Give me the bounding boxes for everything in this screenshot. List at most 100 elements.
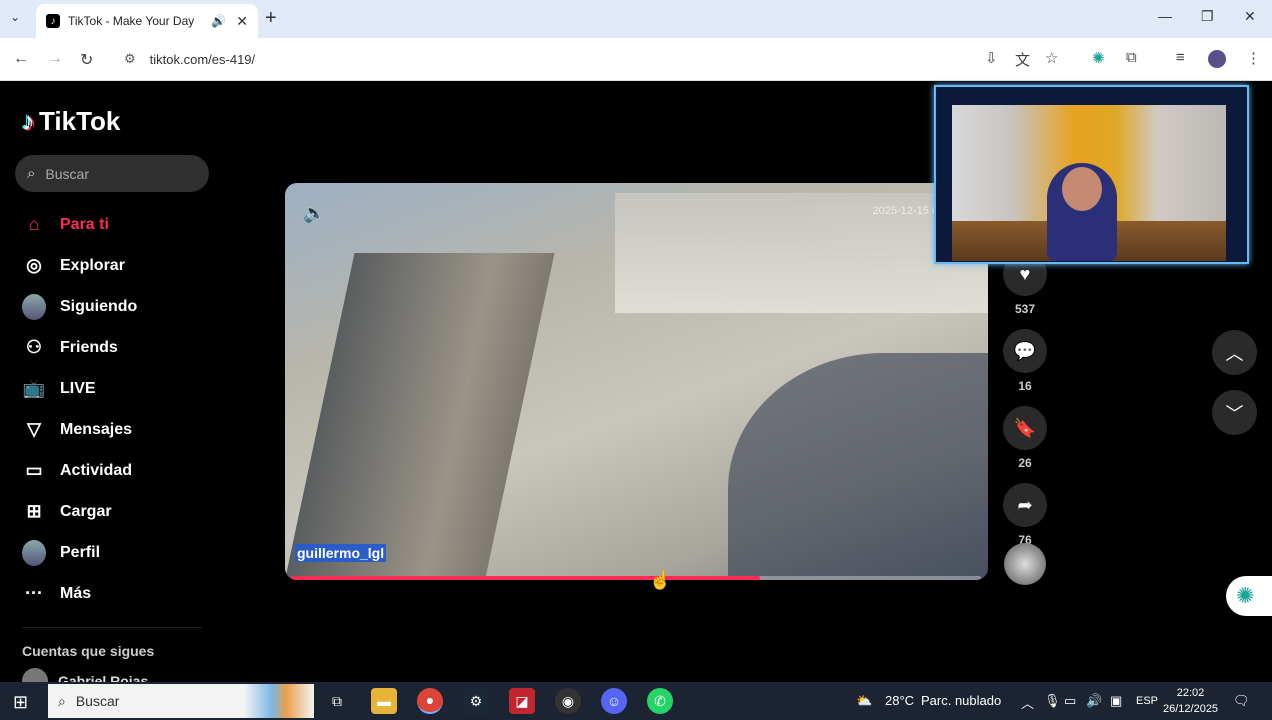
whatsapp-icon[interactable]: ✆: [647, 688, 673, 714]
sidebar-item-actividad[interactable]: ▭ Actividad: [22, 450, 137, 491]
sidebar-item-live[interactable]: 📺 LIVE: [22, 368, 137, 409]
tab-close-icon[interactable]: ✕: [236, 13, 248, 30]
microphone-icon[interactable]: 🎙: [1044, 693, 1061, 709]
sidebar-item-cargar[interactable]: ⊞ Cargar: [22, 491, 137, 532]
address-toolbar: ← → ↻ ⚙ tiktok.com/es-419/ ⇩ 文 ☆ ✺ ⧉ ≡ ⋮: [0, 38, 1272, 81]
window-close-button[interactable]: ✕: [1244, 8, 1256, 25]
chatgpt-extension-icon[interactable]: ✺: [1092, 49, 1105, 67]
following-account-item[interactable]: Gabriel Rojas: [22, 668, 148, 682]
sidebar-item-label: Siguiendo: [60, 297, 138, 315]
sidebar-item-perfil[interactable]: Perfil: [22, 532, 137, 573]
search-input[interactable]: ⌕ Buscar: [15, 155, 209, 192]
sidebar-item-label: Más: [60, 584, 92, 602]
extensions-icon[interactable]: ⧉: [1126, 49, 1137, 66]
sidebar-item-label: Friends: [60, 338, 118, 356]
bookmark-star-icon[interactable]: ☆: [1045, 49, 1058, 67]
clock[interactable]: 22:02 26/12/2025: [1163, 685, 1218, 717]
video-progress-fill: [291, 576, 761, 580]
bookmark-icon: 🔖: [1013, 417, 1037, 438]
sidebar-item-friends[interactable]: ⚇ Friends: [22, 327, 137, 368]
chatgpt-icon: ✺: [1236, 583, 1255, 608]
file-explorer-icon[interactable]: ▬: [371, 688, 397, 714]
sidebar-item-para-ti[interactable]: ⌂ Para ti: [22, 204, 137, 245]
back-arrow-icon[interactable]: ←: [13, 50, 29, 68]
weather-description[interactable]: Parc. nublado: [921, 693, 1001, 708]
sidebar-item-label: Cargar: [60, 502, 112, 520]
url-bar[interactable]: ⚙ tiktok.com/es-419/: [110, 43, 970, 75]
tab-search-dropdown-icon[interactable]: ⌄: [10, 10, 20, 24]
share-icon: ➦: [1017, 494, 1033, 515]
obs-icon[interactable]: ◉: [555, 688, 581, 714]
video-scene-shadow: [728, 353, 988, 580]
video-actions: ♥ 537 💬 16 🔖 26 ➦ 76: [1003, 252, 1047, 560]
search-highlight-image: [244, 684, 314, 718]
comment-icon: 💬: [1013, 340, 1037, 361]
taskbar-search-input[interactable]: ⌕ Buscar: [48, 684, 314, 718]
search-placeholder: Buscar: [45, 165, 89, 182]
chatgpt-assistant-button[interactable]: ✺: [1226, 576, 1272, 616]
sidebar-item-mensajes[interactable]: ▽ Mensajes: [22, 409, 137, 450]
translate-icon[interactable]: 文: [1015, 49, 1030, 70]
volume-icon[interactable]: 🔊: [1086, 693, 1102, 709]
weather-icon[interactable]: ⛅: [856, 693, 872, 709]
new-tab-button[interactable]: +: [265, 7, 277, 30]
creator-avatar[interactable]: [1004, 543, 1046, 585]
video-username[interactable]: guillermo_lgl: [295, 544, 387, 562]
previous-video-button[interactable]: ︿: [1212, 330, 1257, 375]
sidebar-item-siguiendo[interactable]: Siguiendo: [22, 286, 137, 327]
chevron-down-icon: ﹀: [1225, 403, 1244, 424]
window-minimize-button[interactable]: —: [1158, 8, 1172, 24]
following-account-name: Gabriel Rojas: [58, 673, 149, 682]
windows-taskbar: ⊞ ⌕ Buscar ⧉ ▬ ● ⚙ ◪ ◉ ☺ ✆ ⛅ 28°C Parc. …: [0, 682, 1272, 720]
browser-menu-icon[interactable]: ⋮: [1246, 49, 1261, 67]
next-video-button[interactable]: ﹀: [1212, 390, 1257, 435]
window-restore-button[interactable]: ❐: [1201, 8, 1214, 25]
tray-expand-icon[interactable]: ︿: [1021, 693, 1034, 712]
amd-icon[interactable]: ◪: [509, 688, 535, 714]
sidebar-item-label: Mensajes: [60, 420, 133, 438]
language-indicator[interactable]: ESP: [1136, 695, 1158, 707]
send-icon: ▽: [27, 419, 41, 439]
comment-button[interactable]: 💬: [1003, 329, 1047, 373]
heart-icon: ♥: [1019, 263, 1031, 284]
volume-icon[interactable]: 🔈: [303, 203, 325, 224]
meet-now-icon[interactable]: ▣: [1110, 693, 1122, 709]
tiktok-logo[interactable]: ♪ TikTok: [22, 106, 120, 137]
reload-icon[interactable]: ↻: [80, 50, 93, 70]
notifications-icon[interactable]: 🗨: [1233, 693, 1250, 709]
chrome-icon[interactable]: ●: [417, 688, 443, 714]
url-text: tiktok.com/es-419/: [149, 51, 256, 67]
forward-arrow-icon[interactable]: →: [47, 50, 63, 68]
windows-start-icon[interactable]: ⊞: [13, 692, 28, 713]
clock-date: 26/12/2025: [1163, 703, 1219, 715]
share-button[interactable]: ➦: [1003, 483, 1047, 527]
browser-tab[interactable]: ♪ TikTok - Make Your Day 🔊 ✕: [36, 4, 258, 38]
sidebar-divider: [22, 627, 202, 628]
tab-audio-icon[interactable]: 🔊: [211, 14, 226, 28]
search-icon: ⌕: [58, 692, 66, 709]
avatar: [22, 668, 48, 682]
steam-icon[interactable]: ⚙: [463, 688, 489, 714]
mouse-cursor-icon: ☝: [649, 570, 672, 590]
webcam-feed: [952, 105, 1226, 261]
chevron-up-icon: ︿: [1225, 343, 1244, 364]
video-progress-bar[interactable]: [291, 576, 981, 580]
site-settings-icon[interactable]: ⚙: [124, 51, 136, 67]
logo-text: TikTok: [39, 106, 121, 136]
sidebar-item-mas[interactable]: ··· Más: [22, 573, 137, 614]
network-icon[interactable]: ▭: [1064, 693, 1076, 709]
profile-avatar-icon[interactable]: [1208, 50, 1226, 68]
discord-icon[interactable]: ☺: [601, 688, 627, 714]
task-view-icon[interactable]: ⧉: [324, 688, 350, 714]
weather-temp[interactable]: 28°C: [885, 693, 914, 708]
clock-time: 22:02: [1176, 687, 1205, 699]
compass-icon: ◎: [26, 255, 42, 275]
sidebar-item-label: Para ti: [60, 215, 109, 233]
sidebar-item-explorar[interactable]: ◎ Explorar: [22, 245, 137, 286]
install-app-icon[interactable]: ⇩: [985, 49, 998, 67]
media-control-icon[interactable]: ≡: [1176, 49, 1185, 66]
search-icon: ⌕: [27, 165, 36, 182]
save-button[interactable]: 🔖: [1003, 406, 1047, 450]
video-player[interactable]: 2025-12-15 6 🔈 guillermo_lgl: [285, 183, 988, 580]
tiktok-favicon-icon: ♪: [46, 14, 60, 28]
